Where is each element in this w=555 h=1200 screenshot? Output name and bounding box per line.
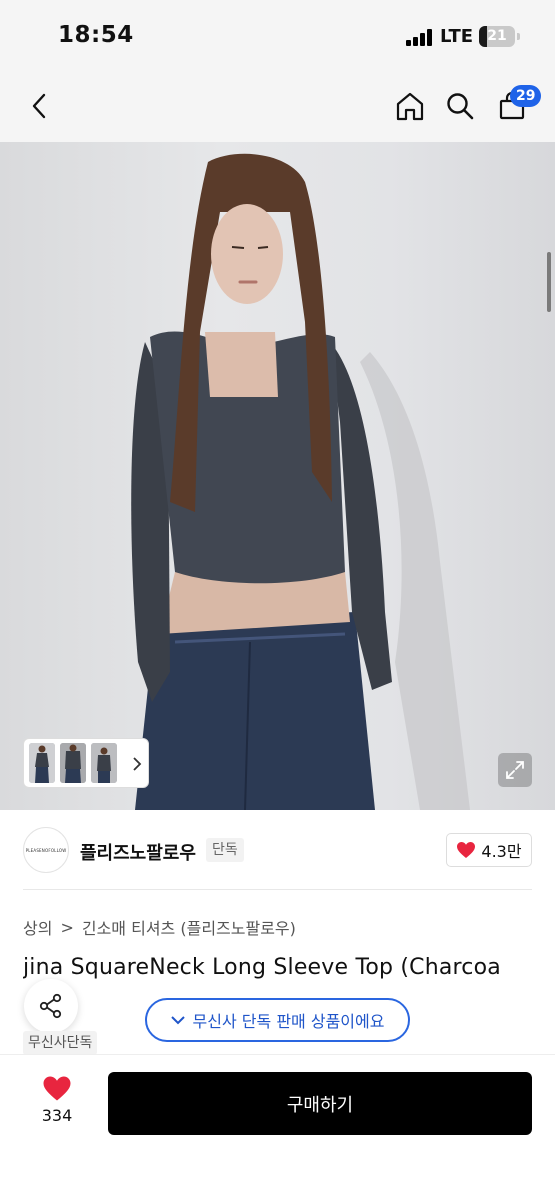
bottom-purchase-bar: 334 구매하기: [0, 1054, 555, 1200]
expand-image-button[interactable]: [498, 753, 532, 787]
product-title: jina SquareNeck Long Sleeve Top (Charcoa: [23, 955, 501, 980]
exclusive-notice-button[interactable]: 무신사 단독 판매 상품이에요: [145, 998, 410, 1042]
breadcrumb-separator: >: [60, 917, 74, 937]
brand-logo-text: PLEASENOFOLLOW: [25, 847, 67, 853]
exclusive-notice-label: 무신사 단독 판매 상품이에요: [192, 1012, 385, 1031]
brand-name[interactable]: 플리즈노팔로우: [80, 839, 196, 865]
top-nav: [0, 72, 555, 142]
thumbnail-2[interactable]: [60, 743, 86, 783]
heart-icon: [43, 1076, 71, 1101]
heart-icon: [457, 842, 476, 858]
brand-logo[interactable]: PLEASENOFOLLOW: [23, 827, 69, 873]
breadcrumb: 상의 > 긴소매 티셔츠 (플리즈노팔로우): [23, 915, 296, 939]
home-button[interactable]: [390, 86, 430, 126]
battery-level: 21: [487, 28, 507, 44]
product-photo: [131, 153, 470, 810]
share-button[interactable]: [24, 979, 78, 1033]
chevron-left-icon: [32, 93, 46, 119]
chevron-right-icon[interactable]: [132, 757, 142, 771]
home-icon: [396, 92, 424, 121]
network-label: LTE: [440, 26, 474, 47]
brand-exclusive-tag: 단독: [206, 838, 244, 862]
search-icon: [447, 93, 474, 120]
divider: [23, 889, 532, 890]
product-image-carousel[interactable]: [0, 142, 555, 810]
buy-button[interactable]: 구매하기: [108, 1072, 532, 1135]
wishlist-button[interactable]: 334: [30, 1075, 84, 1137]
battery-icon: 21: [479, 26, 515, 47]
battery-tip: [517, 33, 520, 40]
product-page: 18:54 LTE 21 29 PLEASENOFOLLOW 플리즈노팔로우 단…: [0, 0, 555, 1200]
brand-like-button[interactable]: 4.3만: [446, 833, 532, 867]
brand-like-count: 4.3만: [481, 842, 522, 861]
scroll-indicator[interactable]: [547, 252, 551, 312]
search-button[interactable]: [440, 86, 480, 126]
expand-icon: [506, 761, 524, 779]
breadcrumb-root[interactable]: 상의: [23, 915, 52, 939]
breadcrumb-current[interactable]: 긴소매 티셔츠 (플리즈노팔로우): [82, 915, 296, 939]
image-thumbnails[interactable]: [23, 738, 149, 788]
cart-count-badge: 29: [510, 85, 542, 107]
musinsa-exclusive-tag: 무신사단독: [23, 1031, 98, 1055]
signal-icon: [406, 29, 434, 46]
chevron-down-icon: [170, 1016, 185, 1025]
back-button[interactable]: [20, 86, 60, 126]
wishlist-count: 334: [41, 1106, 73, 1125]
status-time: 18:54: [58, 22, 134, 48]
thumbnail-1[interactable]: [29, 743, 55, 783]
status-bar: 18:54 LTE 21: [0, 0, 555, 72]
share-icon: [39, 993, 62, 1019]
thumbnail-3[interactable]: [91, 743, 117, 783]
